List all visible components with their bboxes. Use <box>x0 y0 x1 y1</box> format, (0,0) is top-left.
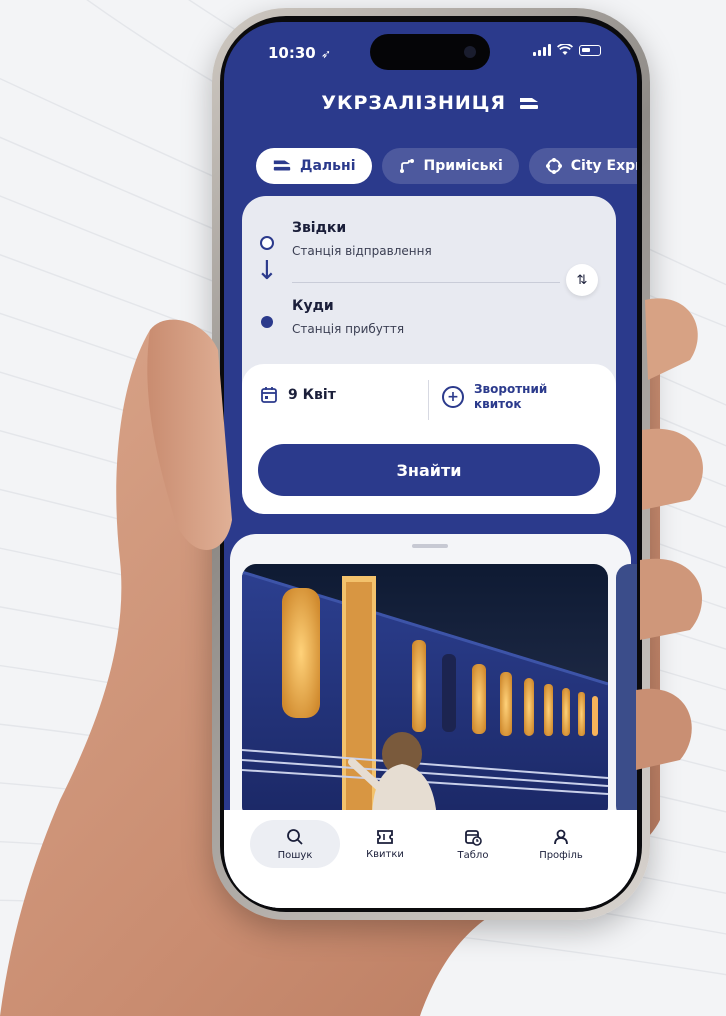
train-night-illustration <box>242 564 608 820</box>
plus-circle-icon: + <box>442 386 464 408</box>
tab-long-distance-label: Дальні <box>300 158 356 174</box>
city-express-icon <box>545 158 562 174</box>
train-icon <box>273 160 291 171</box>
nav-search-label: Пошук <box>277 849 313 861</box>
swap-stations-button[interactable]: ⇅ <box>566 264 598 296</box>
ticket-icon <box>377 829 393 844</box>
tab-suburban-label: Приміські <box>423 158 503 174</box>
nav-board[interactable]: Табло <box>428 820 518 868</box>
date-picker-button[interactable]: 9 Квіт <box>260 386 336 404</box>
route-divider <box>292 282 560 283</box>
signal-icon <box>533 44 551 56</box>
bottom-navigation: Пошук Квитки Табло Профіль <box>224 810 637 908</box>
from-placeholder: Станція відправлення <box>292 244 432 258</box>
calendar-icon <box>261 387 277 403</box>
promo-image-train[interactable] <box>242 564 608 820</box>
nav-profile[interactable]: Профіль <box>516 820 606 868</box>
nav-search[interactable]: Пошук <box>250 820 340 868</box>
brand-logo: УКРЗАЛІЗНИЦЯ <box>224 92 637 114</box>
to-placeholder: Станція прибуття <box>292 322 405 336</box>
nav-profile-label: Профіль <box>539 849 583 861</box>
return-ticket-button[interactable]: + Зворотний квиток <box>442 382 547 412</box>
return-ticket-line2: квиток <box>474 397 522 411</box>
date-value: 9 Квіт <box>288 387 336 403</box>
tab-long-distance[interactable]: Дальні <box>256 148 372 184</box>
find-button[interactable]: Знайти <box>258 444 600 496</box>
status-time: 10:30 ➶ <box>268 44 331 62</box>
transport-tabs: Дальні Приміські City Expre <box>256 148 637 184</box>
route-icon <box>399 159 414 173</box>
status-icons <box>533 44 601 56</box>
nav-tickets-label: Квитки <box>366 848 404 860</box>
search-options-card: 9 Квіт + Зворотний квиток Знайти <box>242 364 616 514</box>
status-bar: 10:30 ➶ <box>268 44 601 66</box>
nav-board-label: Табло <box>457 849 489 861</box>
schedule-board-icon <box>465 829 482 846</box>
nav-tickets[interactable]: Квитки <box>340 820 430 868</box>
swap-icon: ⇅ <box>576 272 588 288</box>
promo-image-next[interactable] <box>616 564 637 820</box>
search-icon <box>287 828 303 845</box>
tab-city-express-label: City Expre <box>570 158 637 174</box>
return-ticket-label: Зворотний квиток <box>474 382 547 412</box>
return-ticket-line1: Зворотний <box>474 382 548 396</box>
options-divider <box>428 380 429 420</box>
logo-mark-icon <box>519 97 538 109</box>
battery-icon <box>579 44 601 56</box>
to-field[interactable]: Куди Станція прибуття <box>292 298 404 336</box>
from-label: Звідки <box>292 220 347 236</box>
from-field[interactable]: Звідки Станція відправлення <box>292 220 432 258</box>
to-label: Куди <box>292 298 334 314</box>
brand-name: УКРЗАЛІЗНИЦЯ <box>321 92 507 114</box>
profile-icon <box>554 829 568 844</box>
find-button-label: Знайти <box>396 460 462 480</box>
wifi-icon <box>557 44 573 55</box>
app-screen: 10:30 ➶ УКРЗАЛІЗНИЦЯ Дальні Приміські Ci… <box>224 22 637 908</box>
tab-suburban[interactable]: Приміські <box>381 148 519 184</box>
origin-dot-icon <box>260 236 274 250</box>
destination-dot-icon <box>261 316 273 328</box>
tab-city-express[interactable]: City Expre <box>528 148 637 184</box>
status-time-text: 10:30 <box>268 44 316 62</box>
arrow-down-icon: ↓ <box>256 256 278 286</box>
sheet-grabber[interactable] <box>412 544 448 548</box>
location-arrow-icon: ➶ <box>320 47 332 61</box>
